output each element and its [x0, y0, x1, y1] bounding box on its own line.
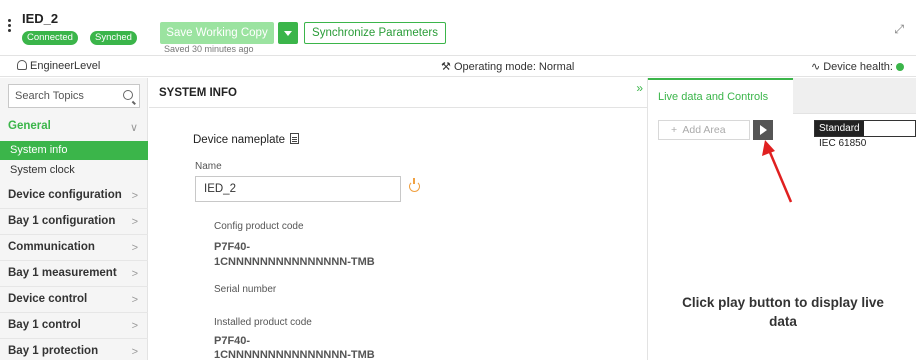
hint-line-1: Click play button to display live — [682, 295, 884, 310]
top-bar: IED_2 Connected Synched Save Working Cop… — [0, 0, 916, 56]
main-content: SYSTEM INFO » Device nameplate Name IED_… — [149, 78, 647, 360]
page-title: SYSTEM INFO — [159, 87, 237, 99]
config-code-line2: 1CNNNNNNNNNNNNNNN-TMB — [214, 256, 375, 268]
connected-badge: Connected — [22, 31, 78, 45]
chevron-down-icon: ∨ — [129, 122, 138, 134]
serial-number-label: Serial number — [214, 284, 277, 295]
nameplate-title: Device nameplate — [193, 134, 286, 146]
document-icon[interactable] — [290, 133, 300, 144]
device-health: ∿ Device health: — [811, 60, 904, 73]
synched-badge: Synched — [90, 31, 137, 45]
sidebar-item-label: Device control — [8, 293, 88, 305]
config-code-line1: P7F40- — [214, 241, 251, 253]
saved-status: Saved 30 minutes ago — [164, 44, 254, 54]
user-level[interactable]: EngineerLevel — [17, 60, 100, 72]
search-placeholder: Search Topics — [15, 90, 84, 102]
expand-icon[interactable]: ⤢ — [894, 22, 904, 37]
sidebar-item-system-clock[interactable]: System clock — [0, 161, 148, 180]
operating-mode: ⚒ Operating mode: Normal — [441, 60, 574, 73]
sidebar-item-label: Device configuration — [8, 189, 122, 201]
collapse-panel-icon[interactable]: » — [636, 81, 643, 95]
sidebar-item-bay1-protection[interactable]: Bay 1 protection > — [0, 339, 148, 360]
play-button[interactable] — [753, 120, 773, 140]
installed-code-line2: 1CNNNNNNNNNNNNNNN-TMB — [214, 349, 375, 360]
kebab-menu-icon[interactable] — [8, 19, 12, 33]
config-code-label: Config product code — [214, 221, 304, 232]
standard-indicator: Standard IEC 61850 — [814, 120, 916, 149]
nameplate-section: Device nameplate — [193, 133, 300, 146]
sidebar-item-device-control[interactable]: Device control > — [0, 287, 148, 313]
operating-mode-label: Operating mode: Normal — [453, 61, 575, 73]
add-area-button[interactable]: + Add Area — [658, 120, 750, 140]
tab-live-data-and-controls[interactable]: Live data and Controls — [648, 78, 793, 115]
save-dropdown-button[interactable] — [278, 22, 298, 44]
sidebar-item-label: Bay 1 configuration — [8, 215, 116, 227]
live-data-panel: Live data and Controls + Add Area Standa… — [647, 78, 916, 360]
standard-key: Standard — [815, 121, 864, 136]
standard-value: IEC 61850 — [819, 138, 867, 149]
add-area-label: Add Area — [682, 124, 726, 136]
status-bar: EngineerLevel ⚒ Operating mode: Normal ∿… — [0, 57, 916, 77]
plus-icon: + — [671, 124, 678, 136]
sidebar-item-label: Bay 1 control — [8, 319, 81, 331]
chevron-right-icon: > — [131, 268, 138, 280]
reset-icon[interactable] — [409, 178, 420, 192]
chevron-right-icon: > — [131, 294, 138, 306]
device-name: IED_2 — [22, 11, 59, 26]
user-icon — [17, 60, 27, 70]
sidebar-item-label: General — [8, 120, 51, 132]
sidebar-item-communication[interactable]: Communication > — [0, 235, 148, 261]
device-health-label: Device health: — [823, 61, 893, 73]
sidebar-item-general[interactable]: General ∨ — [0, 114, 148, 140]
sidebar-item-device-configuration[interactable]: Device configuration > — [0, 183, 148, 209]
search-icon[interactable] — [123, 90, 133, 100]
health-status-dot — [896, 63, 904, 71]
save-working-copy-button[interactable]: Save Working Copy — [160, 22, 274, 44]
sidebar-item-bay1-measurement[interactable]: Bay 1 measurement > — [0, 261, 148, 287]
search-input[interactable]: Search Topics — [8, 84, 140, 108]
sidebar-item-system-info[interactable]: System info — [0, 141, 148, 160]
live-data-hint: Click play button to display live data — [658, 293, 908, 331]
panel-tabs: Live data and Controls — [648, 78, 916, 115]
hint-line-2: data — [769, 314, 797, 329]
sidebar: Search Topics General ∨ System info Syst… — [0, 78, 148, 360]
chevron-right-icon: > — [131, 242, 138, 254]
name-field[interactable]: IED_2 — [195, 176, 401, 202]
sidebar-item-bay1-control[interactable]: Bay 1 control > — [0, 313, 148, 339]
chevron-right-icon: > — [131, 190, 138, 202]
installed-code-line1: P7F40- — [214, 335, 251, 347]
chevron-right-icon: > — [131, 216, 138, 228]
sidebar-item-label: Bay 1 protection — [8, 345, 99, 357]
user-label: EngineerLevel — [30, 60, 101, 72]
sidebar-item-bay1-configuration[interactable]: Bay 1 configuration > — [0, 209, 148, 235]
sidebar-item-label: Bay 1 measurement — [8, 267, 117, 279]
name-label: Name — [195, 161, 222, 172]
sidebar-item-label: Communication — [8, 241, 95, 253]
chevron-right-icon: > — [131, 320, 138, 332]
content-header: SYSTEM INFO » — [149, 78, 647, 108]
wrench-icon: ⚒ — [441, 61, 451, 73]
installed-code-label: Installed product code — [214, 317, 312, 328]
synchronize-parameters-button[interactable]: Synchronize Parameters — [304, 22, 446, 44]
pulse-icon: ∿ — [810, 61, 821, 73]
chevron-right-icon: > — [131, 346, 138, 358]
